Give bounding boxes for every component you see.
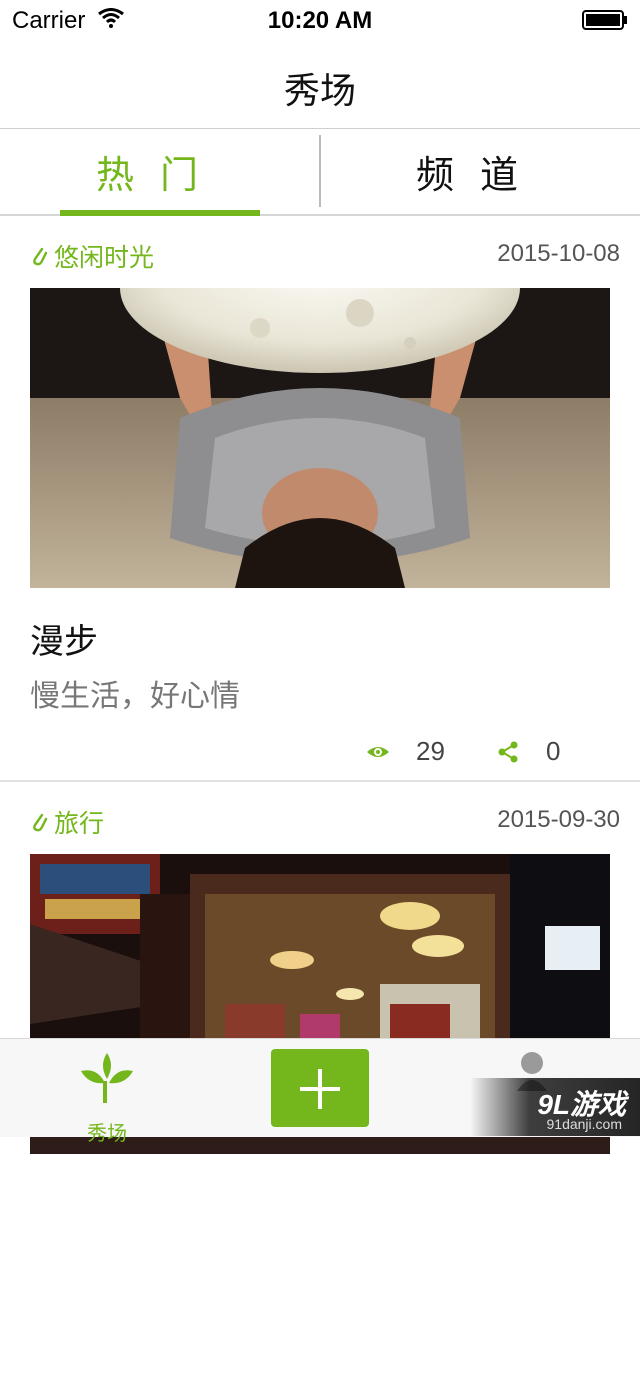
bottom-tab-home-label: 秀场 bbox=[87, 1121, 127, 1145]
sprout-icon bbox=[81, 1053, 133, 1103]
views-stat: 29 bbox=[366, 736, 445, 767]
shares-count: 0 bbox=[546, 736, 561, 766]
feed-card[interactable]: 悠闲时光 2015-10-08 漫步 慢生活，好心情 29 0 bbox=[0, 216, 640, 782]
card-date: 2015-10-08 bbox=[497, 240, 620, 267]
nav-bar: 秀场 bbox=[0, 40, 640, 129]
tab-hot[interactable]: 热门 bbox=[0, 129, 320, 214]
card-title: 漫步 bbox=[30, 622, 98, 662]
battery-icon bbox=[582, 10, 627, 30]
eye-icon bbox=[367, 746, 389, 757]
card-image[interactable] bbox=[30, 288, 610, 588]
card-date: 2015-09-30 bbox=[497, 806, 620, 833]
card-tag-label: 悠闲时光 bbox=[54, 243, 155, 272]
page-title: 秀场 bbox=[283, 71, 356, 112]
paperclip-icon bbox=[33, 247, 48, 266]
paperclip-icon bbox=[33, 813, 48, 832]
card-tag[interactable]: 旅行 bbox=[30, 804, 104, 840]
card-tag-label: 旅行 bbox=[54, 809, 105, 838]
segment-tabs: 热门 频道 bbox=[0, 129, 640, 216]
tab-channel[interactable]: 频道 bbox=[320, 129, 640, 214]
shares-stat[interactable]: 0 bbox=[496, 736, 560, 767]
bottom-tab-home[interactable]: 秀场 bbox=[60, 1045, 154, 1145]
card-subtitle: 慢生活，好心情 bbox=[30, 679, 240, 714]
card-tag[interactable]: 悠闲时光 bbox=[30, 238, 154, 274]
watermark-url: 91danji.com bbox=[546, 1116, 623, 1132]
feed-list: 悠闲时光 2015-10-08 漫步 慢生活，好心情 29 0 旅行 2015-… bbox=[0, 216, 640, 1382]
girl-holding-moon-lamp-image bbox=[30, 288, 610, 588]
add-post-button[interactable] bbox=[271, 1049, 369, 1127]
watermark: 9L游戏 91danji.com bbox=[470, 1078, 640, 1136]
status-time: 10:20 AM bbox=[267, 7, 373, 34]
status-bar: Carrier 10:20 AM bbox=[0, 0, 640, 40]
views-count: 29 bbox=[416, 736, 445, 766]
plus-icon bbox=[300, 1069, 340, 1109]
share-icon bbox=[498, 741, 518, 762]
